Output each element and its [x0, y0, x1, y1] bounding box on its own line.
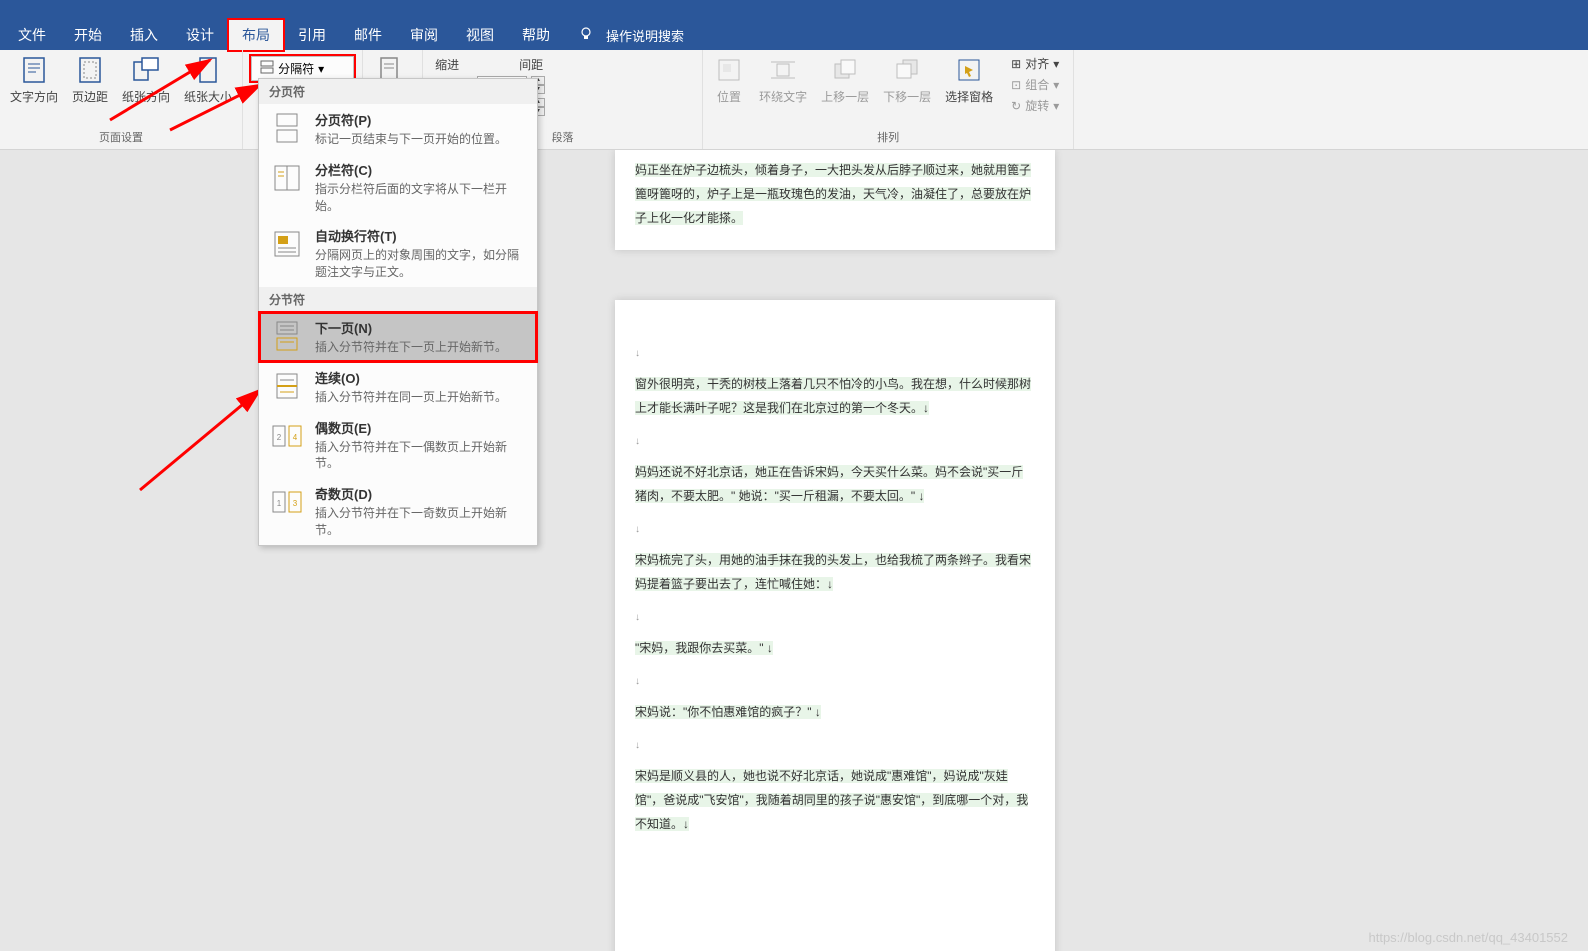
margins-icon	[74, 54, 106, 86]
svg-text:4: 4	[293, 433, 298, 442]
menubar: 文件 开始 插入 设计 布局 引用 邮件 审阅 视图 帮助 操作说明搜索	[0, 20, 1588, 50]
page-break-item[interactable]: 分页符(P)标记一页结束与下一页开始的位置。	[259, 104, 537, 154]
text-wrap-break-item[interactable]: 自动换行符(T)分隔网页上的对象周围的文字，如分隔题注文字与正文。	[259, 220, 537, 287]
wrap-text-button[interactable]: 环绕文字	[753, 52, 813, 107]
tab-view[interactable]: 视图	[452, 19, 508, 51]
para-3: 宋妈梳完了头，用她的油手抹在我的头发上，也给我梳了两条辫子。我看宋妈提着篮子要出…	[635, 553, 1031, 591]
page1-text: 妈正坐在炉子边梳头，倾着身子，一大把头发从后脖子顺过来，她就用篦子篦呀篦呀的，炉…	[635, 163, 1031, 225]
orientation-icon	[130, 54, 162, 86]
svg-text:3: 3	[293, 499, 298, 508]
send-backward-button[interactable]: 下移一层	[877, 52, 937, 107]
continuous-break-item[interactable]: 连续(O)插入分节符并在同一页上开始新节。	[259, 362, 537, 412]
bring-forward-icon	[829, 54, 861, 86]
tab-help[interactable]: 帮助	[508, 19, 564, 51]
size-icon	[192, 54, 224, 86]
even-page-icon: 24	[269, 418, 305, 454]
text-direction-icon	[18, 54, 50, 86]
group-page-setup: 文字方向 页边距 纸张方向 纸张大小 页面设置	[0, 50, 243, 149]
orientation-label: 纸张方向	[122, 88, 170, 105]
page-1-bottom[interactable]: 妈正坐在炉子边梳头，倾着身子，一大把头发从后脖子顺过来，她就用篦子篦呀篦呀的，炉…	[615, 150, 1055, 250]
wrap-text-label: 环绕文字	[759, 88, 807, 105]
tab-file[interactable]: 文件	[4, 19, 60, 51]
column-break-item[interactable]: 分栏符(C)指示分栏符后面的文字将从下一栏开始。	[259, 154, 537, 221]
para-4: "宋妈，我跟你去买菜。" ↓	[635, 641, 773, 655]
page-break-icon	[269, 110, 305, 146]
para-2: 妈妈还说不好北京话，她正在告诉宋妈，今天买什么菜。妈不会说"买一斤猪肉，不要太肥…	[635, 465, 1023, 503]
rotate-button[interactable]: ↻旋转 ▾	[1007, 96, 1063, 115]
group-arrange: 位置 环绕文字 上移一层 下移一层 选择窗格 ⊞对齐 ▾ ⊡组合 ▾ ↻旋转	[703, 50, 1074, 149]
tab-review[interactable]: 审阅	[396, 19, 452, 51]
tab-home[interactable]: 开始	[60, 19, 116, 51]
section-page-breaks: 分页符	[259, 79, 537, 104]
margins-label: 页边距	[72, 88, 108, 105]
tab-references[interactable]: 引用	[284, 19, 340, 51]
rotate-icon: ↻	[1011, 99, 1021, 113]
send-backward-label: 下移一层	[883, 88, 931, 105]
align-icon: ⊞	[1011, 57, 1021, 71]
titlebar	[0, 0, 1588, 20]
next-page-break-item[interactable]: 下一页(N)插入分节符并在下一页上开始新节。	[259, 312, 537, 362]
position-button[interactable]: 位置	[707, 52, 751, 107]
text-wrap-break-icon	[269, 226, 305, 262]
para-mark: ↓	[635, 348, 640, 359]
document-area: 妈正坐在炉子边梳头，倾着身子，一大把头发从后脖子顺过来，她就用篦子篦呀篦呀的，炉…	[0, 150, 1588, 951]
text-direction-button[interactable]: 文字方向	[4, 52, 64, 107]
position-label: 位置	[717, 88, 741, 105]
align-button[interactable]: ⊞对齐 ▾	[1007, 54, 1063, 73]
margins-button[interactable]: 页边距	[66, 52, 114, 107]
indent-label: 缩进	[435, 56, 459, 73]
odd-page-break-item[interactable]: 13 奇数页(D)插入分节符并在下一奇数页上开始新节。	[259, 478, 537, 545]
section-section-breaks: 分节符	[259, 287, 537, 312]
para-5: 宋妈说："你不怕惠难馆的疯子？" ↓	[635, 705, 821, 719]
group-button[interactable]: ⊡组合 ▾	[1007, 75, 1063, 94]
watermark: https://blog.csdn.net/qq_43401552	[1369, 930, 1569, 945]
breaks-label: 分隔符	[278, 60, 314, 77]
chevron-down-icon: ▾	[318, 62, 324, 76]
tab-design[interactable]: 设计	[172, 19, 228, 51]
selection-pane-button[interactable]: 选择窗格	[939, 52, 999, 107]
svg-text:1: 1	[277, 499, 282, 508]
para-6: 宋妈是顺义县的人，她也说不好北京话，她说成"惠难馆"，妈说成"灰娃馆"，爸说成"…	[635, 769, 1028, 831]
spacing-label: 间距	[519, 56, 543, 73]
tab-layout[interactable]: 布局	[228, 19, 284, 51]
send-backward-icon	[891, 54, 923, 86]
size-button[interactable]: 纸张大小	[178, 52, 238, 107]
next-page-icon	[269, 318, 305, 354]
breaks-dropdown: 分页符 分页符(P)标记一页结束与下一页开始的位置。 分栏符(C)指示分栏符后面…	[258, 78, 538, 546]
selection-pane-icon	[953, 54, 985, 86]
page-2[interactable]: ↓ 窗外很明亮，干秃的树枝上落着几只不怕冷的小鸟。我在想，什么时候那树上才能长满…	[615, 300, 1055, 951]
para-1: 窗外很明亮，干秃的树枝上落着几只不怕冷的小鸟。我在想，什么时候那树上才能长满叶子…	[635, 377, 1031, 415]
lightbulb-icon[interactable]	[574, 22, 598, 49]
svg-text:2: 2	[277, 433, 282, 442]
size-label: 纸张大小	[184, 88, 232, 105]
even-page-break-item[interactable]: 24 偶数页(E)插入分节符并在下一偶数页上开始新节。	[259, 412, 537, 479]
search-hint[interactable]: 操作说明搜索	[606, 26, 684, 45]
continuous-icon	[269, 368, 305, 404]
bring-forward-label: 上移一层	[821, 88, 869, 105]
text-direction-label: 文字方向	[10, 88, 58, 105]
odd-page-icon: 13	[269, 484, 305, 520]
orientation-button[interactable]: 纸张方向	[116, 52, 176, 107]
group-icon: ⊡	[1011, 78, 1021, 92]
page-setup-label: 页面设置	[4, 127, 238, 147]
arrange-label: 排列	[707, 127, 1069, 147]
wrap-text-icon	[767, 54, 799, 86]
column-break-icon	[269, 160, 305, 196]
position-icon	[713, 54, 745, 86]
bring-forward-button[interactable]: 上移一层	[815, 52, 875, 107]
tab-insert[interactable]: 插入	[116, 19, 172, 51]
tab-mailings[interactable]: 邮件	[340, 19, 396, 51]
breaks-icon	[260, 60, 274, 77]
selection-pane-label: 选择窗格	[945, 88, 993, 105]
ribbon: 文字方向 页边距 纸张方向 纸张大小 页面设置 分隔符 ▾	[0, 50, 1588, 150]
